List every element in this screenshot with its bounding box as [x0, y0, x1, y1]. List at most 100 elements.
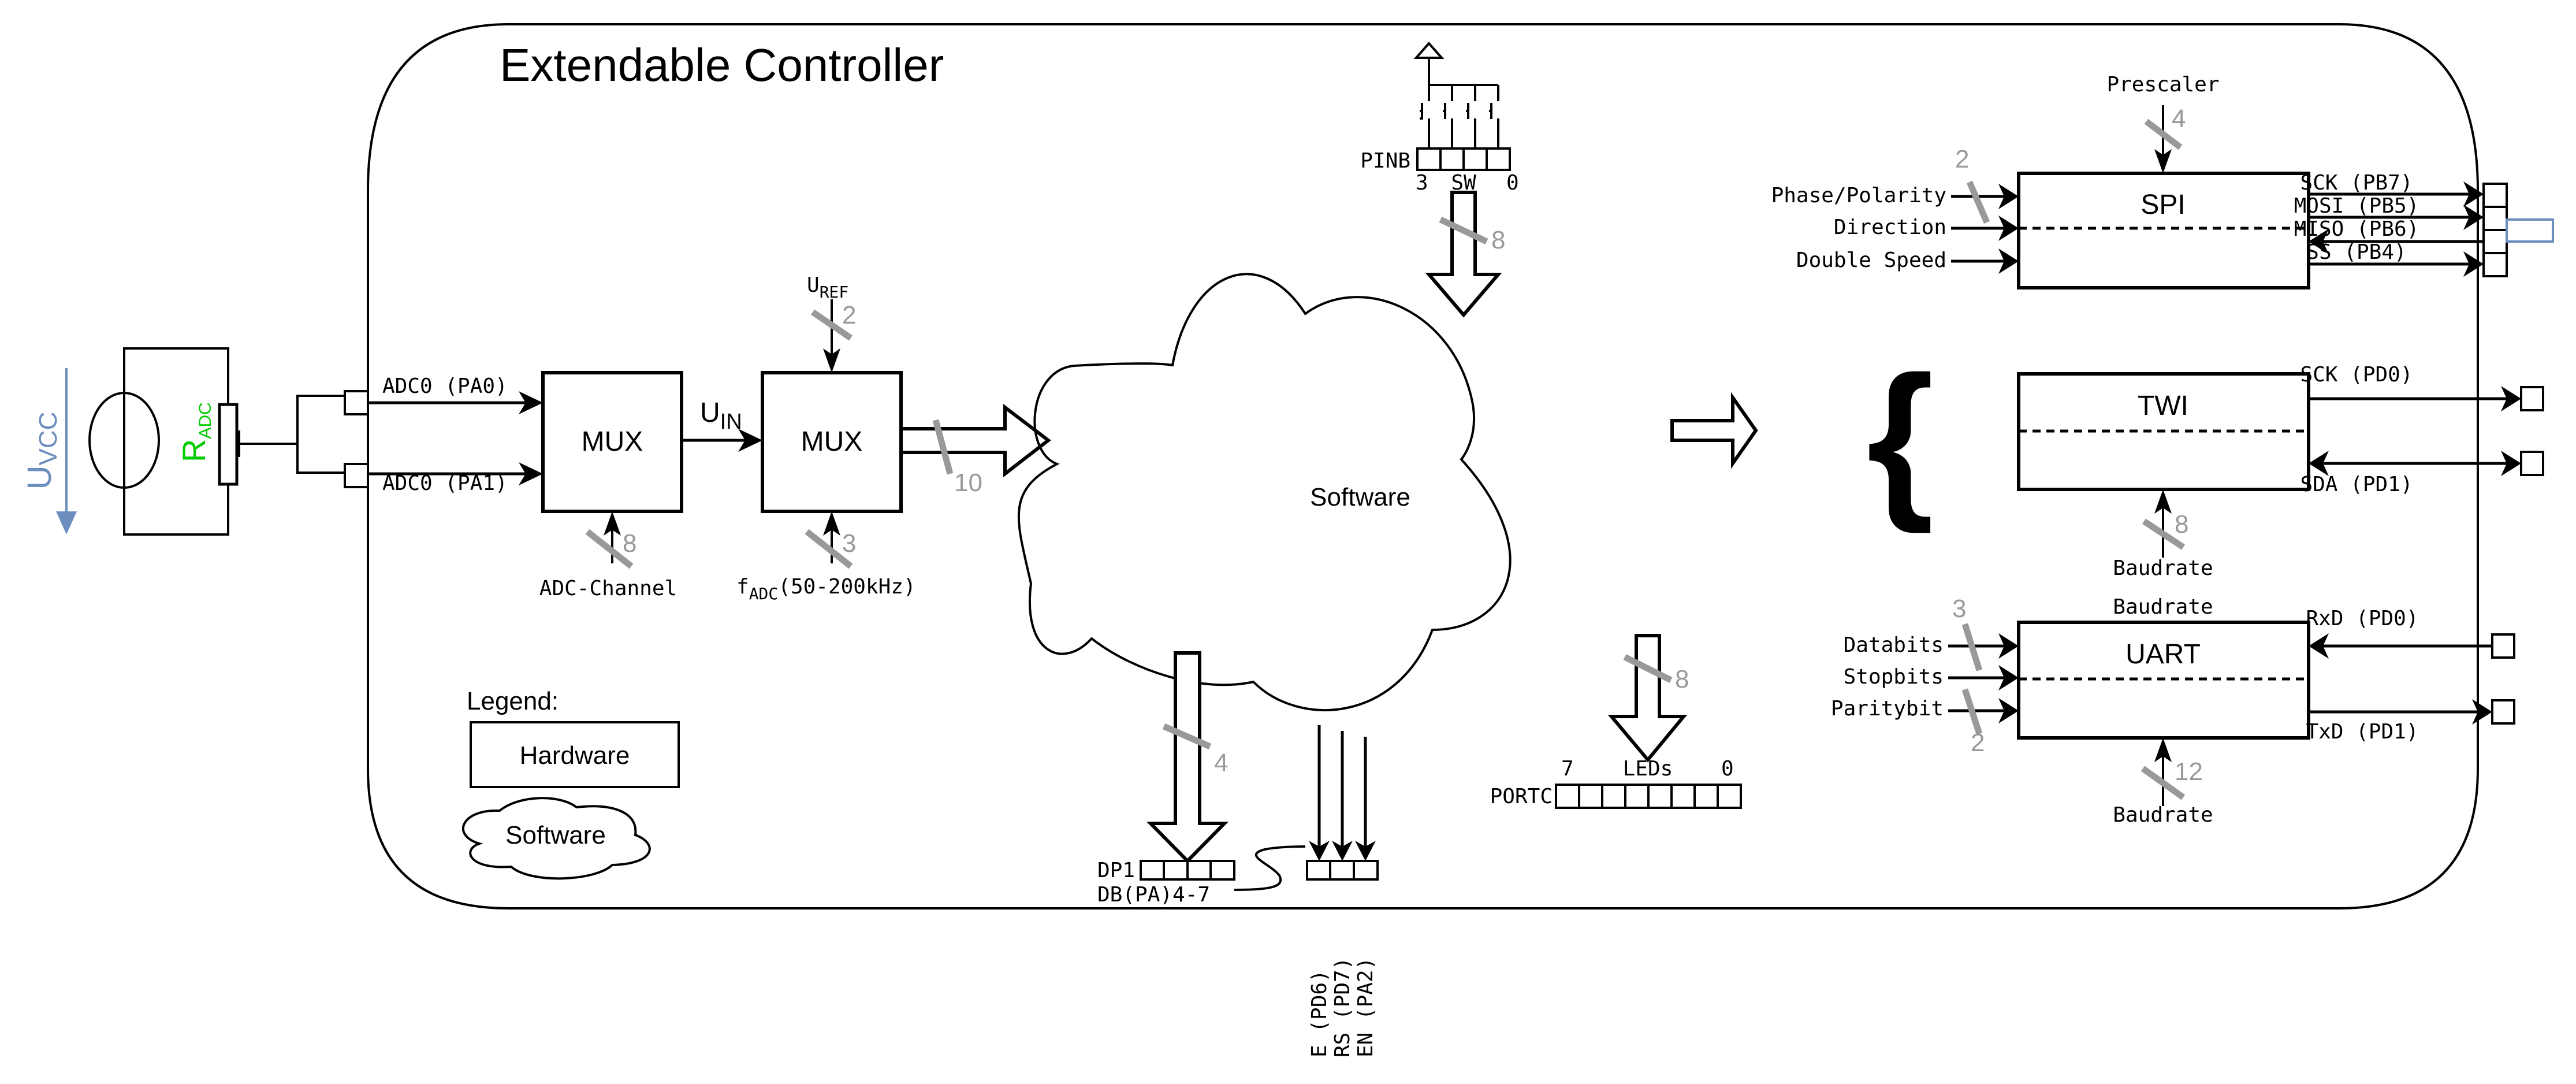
uref-sub: REF — [820, 283, 849, 302]
uin-main: U — [700, 398, 720, 428]
fadc-main: f — [736, 575, 749, 599]
db-label: DB(PA)4-7 — [1097, 883, 1210, 907]
portc-label: PORTC — [1490, 785, 1553, 808]
uvcc-arrowhead — [56, 511, 77, 534]
switches — [1420, 85, 1499, 149]
lcd-pin-rs: RS (PD7) — [1331, 957, 1354, 1057]
pinb-bits: 8 — [1491, 226, 1505, 254]
twi-baud-label: Baudrate — [2113, 556, 2213, 580]
fadc-range: (50-200kHz) — [778, 575, 915, 599]
twi-section: TWI SCK (PD0) SDA (PD1) 8 Baudrate — [2017, 363, 2544, 580]
leds-section: 8 7 LEDs 0 PORTC — [1490, 634, 1742, 809]
spi-input-2: Double Speed — [1796, 248, 1946, 272]
twi-pin-sck — [2520, 386, 2544, 411]
uart-top-label: Baudrate — [2113, 595, 2213, 619]
dp-bits: 4 — [1214, 749, 1228, 777]
pinb-arrow — [1425, 191, 1502, 318]
uin-label: UIN — [700, 398, 742, 434]
adc-pin-pa1 — [344, 463, 369, 488]
adc-input-top-label: ADC0 (PA0) — [382, 374, 508, 398]
leds-bits: 8 — [1675, 665, 1689, 693]
uart-section: Baudrate UART Databits Stopbits Paritybi… — [1831, 595, 2515, 827]
uart-pin-txd — [2491, 699, 2515, 725]
uart-databits-bits: 3 — [1952, 595, 1966, 623]
dp-label: DP1 — [1097, 859, 1135, 882]
db-connector-wire — [1234, 845, 1306, 891]
pinb-left-index: 3 — [1416, 171, 1428, 195]
radc-main: R — [176, 439, 212, 462]
pinb-label: PINB — [1360, 149, 1410, 173]
legend-hardware-label: Hardware — [520, 741, 630, 770]
lcd-control-register — [1306, 860, 1379, 881]
twi-output-0: SCK (PD0) — [2300, 363, 2413, 387]
adc-pin-pa0 — [344, 390, 369, 415]
pinb-register — [1416, 147, 1511, 171]
fadc-sub: ADC — [749, 584, 779, 603]
potentiometer-wiper — [237, 430, 240, 457]
uin-sub: IN — [720, 410, 742, 434]
uart-pin-rxd — [2491, 633, 2515, 659]
uart-paritybit-bits: 2 — [1971, 729, 1985, 757]
uvcc-main: U — [21, 466, 58, 490]
uart-input-1: Stopbits — [1844, 665, 1944, 689]
software-cloud: Software — [1017, 273, 1512, 711]
cloud-shape — [1017, 273, 1512, 711]
uart-baud-bits: 12 — [2175, 758, 2203, 786]
adc-output-bits: 10 — [954, 469, 982, 497]
dp-register — [1140, 860, 1235, 881]
portc-register — [1555, 784, 1742, 809]
adc-section: ADC0 (PA0) ADC0 (PA1) MUX UIN MUX UREF 2… — [368, 273, 1051, 603]
leds-right-index: 0 — [1721, 757, 1734, 781]
twi-pin-sda — [2520, 451, 2544, 476]
spi-prescaler-label: Prescaler — [2106, 73, 2219, 96]
spi-label: SPI — [2141, 190, 2185, 220]
uref-main: U — [807, 273, 820, 297]
spi-input-bus-marker — [1966, 180, 1990, 224]
legend: Legend: Hardware Software — [461, 687, 680, 880]
cloud-label: Software — [1310, 483, 1410, 511]
peripherals-brace: { — [1867, 340, 1934, 535]
lcd-pin-en: EN (PA2) — [1354, 957, 1378, 1057]
uvcc-sub: VCC — [34, 412, 62, 466]
uart-output-1: TxD (PD1) — [2306, 720, 2418, 744]
fadc-bits: 3 — [842, 529, 856, 558]
switch-2 — [1443, 85, 1453, 149]
uref-label: UREF — [807, 273, 848, 302]
peripherals-arrow — [1670, 392, 1758, 469]
leds-center-label: LEDs — [1623, 757, 1673, 781]
spi-output-0: SCK (PB7) — [2300, 171, 2413, 195]
spi-output-1: MOSI (PB5) — [2294, 194, 2419, 218]
radc-sub: ADC — [196, 402, 215, 439]
uart-input-2: Paritybit — [1831, 697, 1944, 721]
adc-output-arrow — [899, 403, 1051, 478]
potentiometer — [218, 403, 239, 486]
voltage-source-group: UVCC RADC — [21, 347, 369, 536]
block-diagram: Extendable Controller UVCC RADC ADC0 (PA… — [21, 23, 2554, 1057]
twi-baud-bits: 8 — [2175, 510, 2188, 539]
uart-output-0: RxD (PD0) — [2306, 607, 2418, 630]
switch-3 — [1420, 85, 1430, 149]
uart-label: UART — [2125, 639, 2201, 670]
spi-connector — [2506, 218, 2554, 243]
spi-pins — [2482, 183, 2508, 277]
diagram-title: Extendable Controller — [500, 39, 944, 91]
legend-title: Legend: — [467, 687, 559, 715]
channel-label: ADC-Channel — [539, 577, 677, 600]
leds-arrow — [1607, 634, 1688, 763]
uvcc-label: UVCC — [21, 412, 62, 490]
spi-input-0: Phase/Polarity — [1771, 184, 1946, 207]
mux-1-label: MUX — [582, 426, 643, 457]
spi-section: Prescaler 4 SPI Phase/Polarity Direction… — [1771, 73, 2554, 289]
switch-1 — [1466, 85, 1476, 149]
twi-output-1: SDA (PD1) — [2300, 473, 2413, 496]
pinb-right-index: 0 — [1506, 171, 1519, 195]
lcd-pin-e: E (PD6) — [1308, 970, 1331, 1057]
prescaler-bits: 4 — [2172, 105, 2186, 133]
spi-input-bits: 2 — [1955, 145, 1969, 173]
radc-label: RADC — [176, 402, 215, 462]
pinb-section: PINB 3 SW 0 8 — [1360, 41, 1519, 318]
split-wire — [296, 395, 345, 474]
fadc-label: fADC(50-200kHz) — [736, 575, 916, 603]
vcc-symbol — [1413, 41, 1445, 59]
spi-input-1: Direction — [1834, 216, 1946, 239]
